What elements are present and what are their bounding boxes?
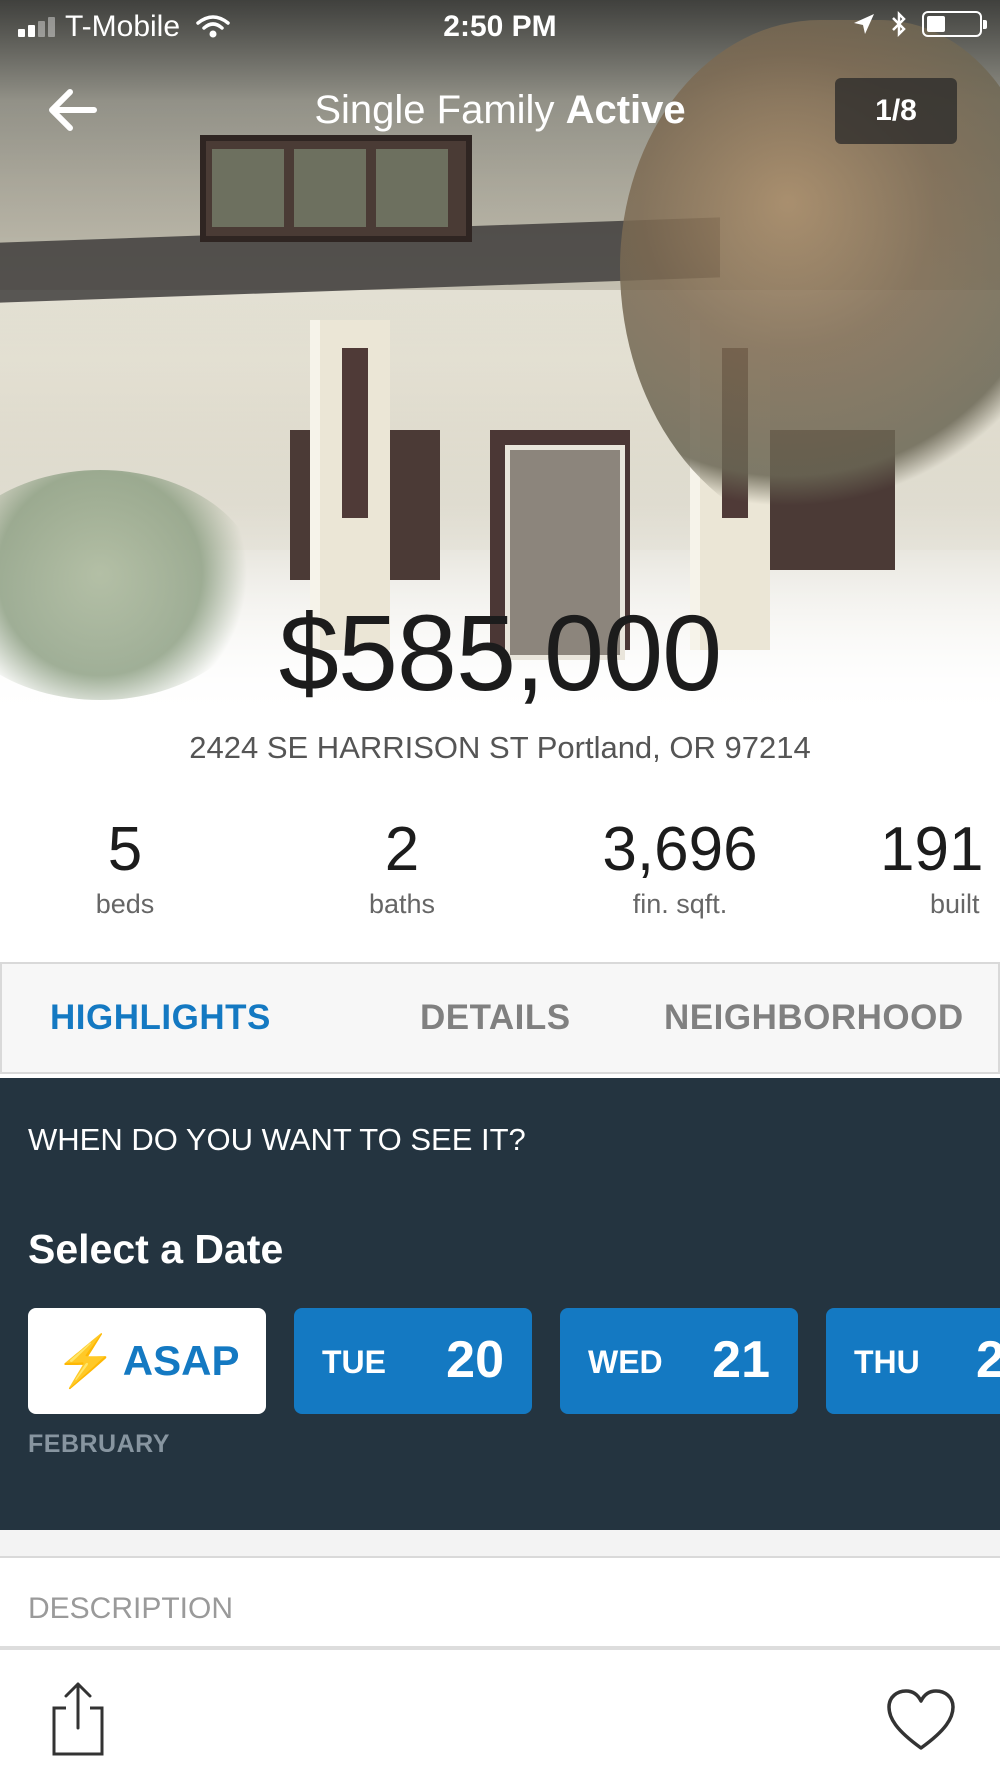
stat-label: baths [368, 889, 436, 919]
location-arrow-icon [854, 14, 874, 34]
stat-value: 3,696 [602, 815, 758, 884]
stat-sqft: 3,696 fin. sqft. [570, 815, 790, 920]
date-day: 2 [976, 1331, 1000, 1389]
status-bar: T-Mobile 2:50 PM [0, 0, 1000, 54]
date-button-thu[interactable]: THU 2 [826, 1308, 1000, 1414]
schedule-question: WHEN DO YOU WANT TO SEE IT? [28, 1122, 526, 1157]
stat-value: 191 [880, 815, 984, 884]
stat-label: fin. sqft. [632, 889, 728, 919]
battery-icon [922, 11, 987, 37]
date-day: 20 [446, 1331, 504, 1389]
date-button-wed[interactable]: WED 21 [560, 1308, 798, 1414]
asap-button[interactable]: ⚡ ASAP [28, 1308, 266, 1414]
date-weekday: THU [854, 1344, 920, 1380]
lightning-icon: ⚡ [54, 1332, 117, 1389]
listing-status: Active [565, 88, 686, 132]
stat-label: beds [95, 889, 155, 919]
listing-price: $585,000 [278, 592, 722, 713]
stat-built: 191 built [880, 815, 1000, 920]
section-tabs: HIGHLIGHTS DETAILS NEIGHBORHOOD [0, 962, 1000, 1074]
property-type: Single Family [314, 88, 555, 132]
bottom-toolbar [0, 1646, 1000, 1782]
heart-icon[interactable] [886, 1688, 956, 1752]
listing-address: 2424 SE HARRISON ST Portland, OR 97214 [189, 730, 811, 765]
status-right [852, 10, 987, 38]
date-weekday: TUE [322, 1344, 386, 1380]
date-day: 21 [712, 1331, 770, 1389]
clock: 2:50 PM [443, 10, 557, 43]
date-button-tue[interactable]: TUE 20 [294, 1308, 532, 1414]
tab-neighborhood[interactable]: NEIGHBORHOOD [664, 998, 964, 1038]
date-weekday: WED [588, 1344, 663, 1380]
stat-value: 2 [384, 815, 420, 884]
stat-label: built [930, 889, 980, 919]
description-heading: DESCRIPTION [28, 1592, 234, 1625]
section-divider [0, 1530, 1000, 1558]
schedule-tour-panel: WHEN DO YOU WANT TO SEE IT? Select a Dat… [0, 1078, 1000, 1530]
photo-counter[interactable]: 1/8 [835, 78, 957, 144]
share-icon[interactable] [48, 1678, 108, 1758]
asap-label: ASAP [122, 1337, 240, 1384]
month-label: FEBRUARY [28, 1430, 170, 1458]
schedule-title: Select a Date [28, 1226, 284, 1272]
tab-highlights[interactable]: HIGHLIGHTS [50, 998, 271, 1038]
bluetooth-icon [892, 10, 906, 38]
stat-value: 5 [107, 815, 143, 884]
stat-baths: 2 baths [292, 815, 512, 920]
photo-window [200, 135, 472, 242]
tab-details[interactable]: DETAILS [420, 998, 571, 1038]
stat-beds: 5 beds [15, 815, 235, 920]
